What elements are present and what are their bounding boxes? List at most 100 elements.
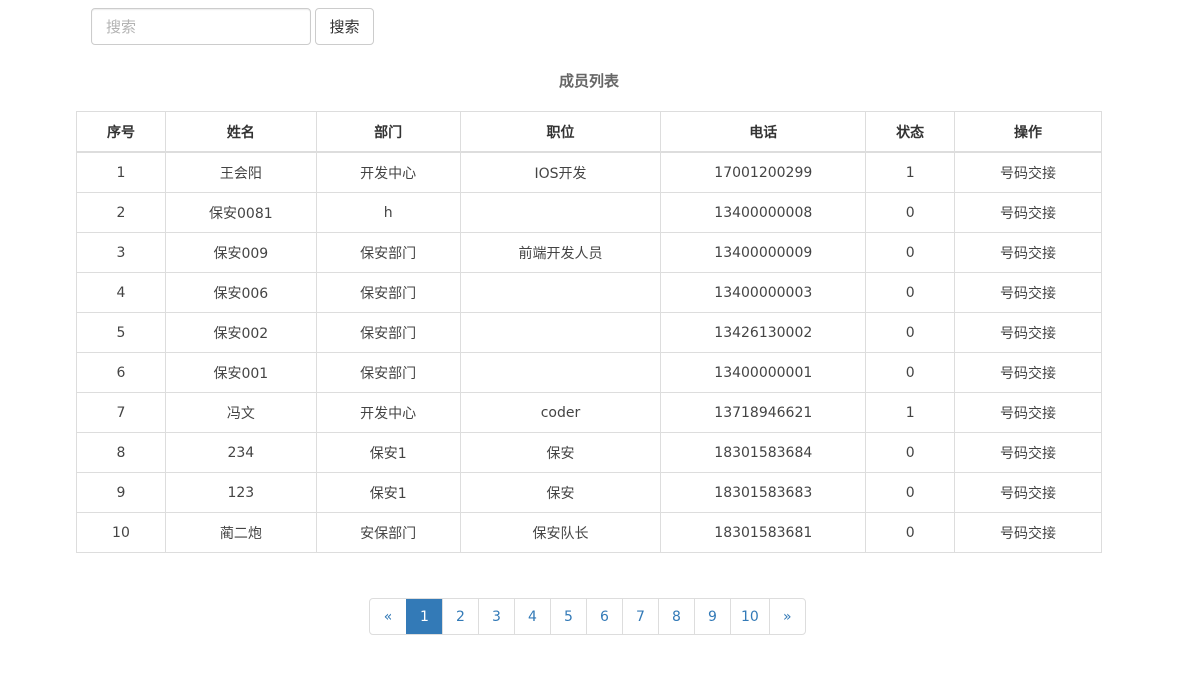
cell-index: 3	[76, 232, 166, 273]
cell-name: 保安006	[164, 272, 317, 313]
cell-action[interactable]: 号码交接	[954, 352, 1102, 393]
cell-position	[459, 192, 662, 233]
cell-phone: 13426130002	[660, 312, 867, 353]
cell-action[interactable]: 号码交接	[954, 272, 1102, 313]
cell-action[interactable]: 号码交接	[954, 472, 1102, 513]
pagination-prev[interactable]: «	[370, 599, 406, 634]
pagination-page-5[interactable]: 5	[550, 599, 586, 634]
cell-status: 0	[865, 352, 956, 393]
table-row: 2 保安0081 h 13400000008 0 号码交接	[76, 192, 1102, 233]
cell-position: 前端开发人员	[459, 232, 662, 273]
pagination-page-3[interactable]: 3	[478, 599, 514, 634]
table-row: 5 保安002 保安部门 13426130002 0 号码交接	[76, 312, 1102, 353]
column-header-position: 职位	[459, 111, 662, 153]
table-title: 成员列表	[558, 72, 619, 90]
cell-department: 开发中心	[315, 151, 461, 193]
pagination-page-9[interactable]: 9	[694, 599, 730, 634]
cell-department: 保安部门	[315, 352, 461, 393]
table-row: 3 保安009 保安部门 前端开发人员 13400000009 0 号码交接	[76, 232, 1102, 273]
cell-phone: 18301583683	[660, 472, 867, 513]
table-row: 8 234 保安1 保安 18301583684 0 号码交接	[76, 432, 1102, 473]
cell-position: 保安	[459, 472, 662, 513]
cell-status: 0	[865, 312, 956, 353]
cell-name: 蔺二炮	[164, 512, 317, 553]
column-header-department: 部门	[315, 111, 461, 153]
cell-status: 0	[865, 192, 956, 233]
column-header-action: 操作	[954, 111, 1102, 153]
cell-action[interactable]: 号码交接	[954, 432, 1102, 473]
cell-index: 10	[76, 512, 166, 553]
cell-position: 保安队长	[459, 512, 662, 553]
pagination-page-4[interactable]: 4	[514, 599, 550, 634]
pagination-page-8[interactable]: 8	[658, 599, 694, 634]
cell-status: 0	[865, 472, 956, 513]
table-header-row: 序号 姓名 部门 职位 电话 状态 操作	[76, 111, 1102, 153]
cell-status: 0	[865, 512, 956, 553]
cell-position	[459, 272, 662, 313]
pagination-page-2[interactable]: 2	[442, 599, 478, 634]
cell-department: h	[315, 192, 461, 233]
pagination-next[interactable]: »	[768, 599, 805, 634]
cell-name: 保安0081	[164, 192, 317, 233]
cell-action[interactable]: 号码交接	[954, 312, 1102, 353]
cell-action[interactable]: 号码交接	[954, 192, 1102, 233]
cell-phone: 18301583681	[660, 512, 867, 553]
cell-status: 0	[865, 272, 956, 313]
members-table: 序号 姓名 部门 职位 电话 状态 操作 1 王会阳 开发中心 IOS开发 170012…	[76, 111, 1102, 553]
column-header-index: 序号	[76, 111, 166, 153]
table-body: 1 王会阳 开发中心 IOS开发 17001200299 1 号码交接 2 保安0081 h 134…	[76, 151, 1102, 553]
table-row: 10 蔺二炮 安保部门 保安队长 18301583681 0 号码交接	[76, 512, 1102, 553]
cell-action[interactable]: 号码交接	[954, 151, 1102, 193]
cell-position: IOS开发	[459, 151, 662, 193]
table-row: 7 冯文 开发中心 coder 13718946621 1 号码交接	[76, 392, 1102, 433]
cell-department: 保安部门	[315, 232, 461, 273]
cell-position: 保安	[459, 432, 662, 473]
cell-name: 保安002	[164, 312, 317, 353]
cell-action[interactable]: 号码交接	[954, 392, 1102, 433]
cell-name: 保安001	[164, 352, 317, 393]
cell-department: 保安1	[315, 432, 461, 473]
cell-index: 7	[76, 392, 166, 433]
table-row: 9 123 保安1 保安 18301583683 0 号码交接	[76, 472, 1102, 513]
cell-phone: 13400000009	[660, 232, 867, 273]
cell-status: 1	[865, 151, 956, 193]
cell-action[interactable]: 号码交接	[954, 512, 1102, 553]
pagination-page-10[interactable]: 10	[730, 599, 769, 634]
cell-index: 6	[76, 352, 166, 393]
cell-status: 1	[865, 392, 956, 433]
cell-index: 9	[76, 472, 166, 513]
cell-department: 保安部门	[315, 312, 461, 353]
search-button[interactable]: 搜索	[315, 8, 374, 45]
column-header-name: 姓名	[164, 111, 317, 153]
cell-phone: 13718946621	[660, 392, 867, 433]
cell-department: 安保部门	[315, 512, 461, 553]
cell-phone: 13400000003	[660, 272, 867, 313]
cell-department: 保安部门	[315, 272, 461, 313]
pagination: «1 2 3 4 5 6 7 8 9 10»	[369, 598, 806, 635]
cell-action[interactable]: 号码交接	[954, 232, 1102, 273]
table-row: 6 保安001 保安部门 13400000001 0 号码交接	[76, 352, 1102, 393]
column-header-status: 状态	[865, 111, 956, 153]
page: 搜索 成员列表 序号 姓名 部门 职位 电话 状态 操作 1王会阳开发中心IOS…	[0, 0, 1200, 673]
cell-phone: 13400000001	[660, 352, 867, 393]
cell-name: 王会阳	[164, 151, 317, 193]
cell-status: 0	[865, 232, 956, 273]
cell-position	[459, 352, 662, 393]
cell-status: 0	[865, 432, 956, 473]
cell-index: 2	[76, 192, 166, 233]
cell-phone: 18301583684	[660, 432, 867, 473]
cell-index: 1	[76, 151, 166, 193]
cell-department: 保安1	[315, 472, 461, 513]
cell-position	[459, 312, 662, 353]
cell-index: 8	[76, 432, 166, 473]
pagination-page-6[interactable]: 6	[586, 599, 622, 634]
table-row: 1 王会阳 开发中心 IOS开发 17001200299 1 号码交接	[76, 151, 1102, 193]
table-row: 4 保安006 保安部门 13400000003 0 号码交接	[76, 272, 1102, 313]
search-bar: 搜索	[91, 8, 374, 45]
cell-name: 234	[164, 432, 317, 473]
search-input[interactable]	[91, 8, 311, 45]
pagination-page-7[interactable]: 7	[622, 599, 658, 634]
pagination-page-1[interactable]: 1	[406, 599, 442, 634]
column-header-phone: 电话	[660, 111, 867, 153]
cell-name: 保安009	[164, 232, 317, 273]
